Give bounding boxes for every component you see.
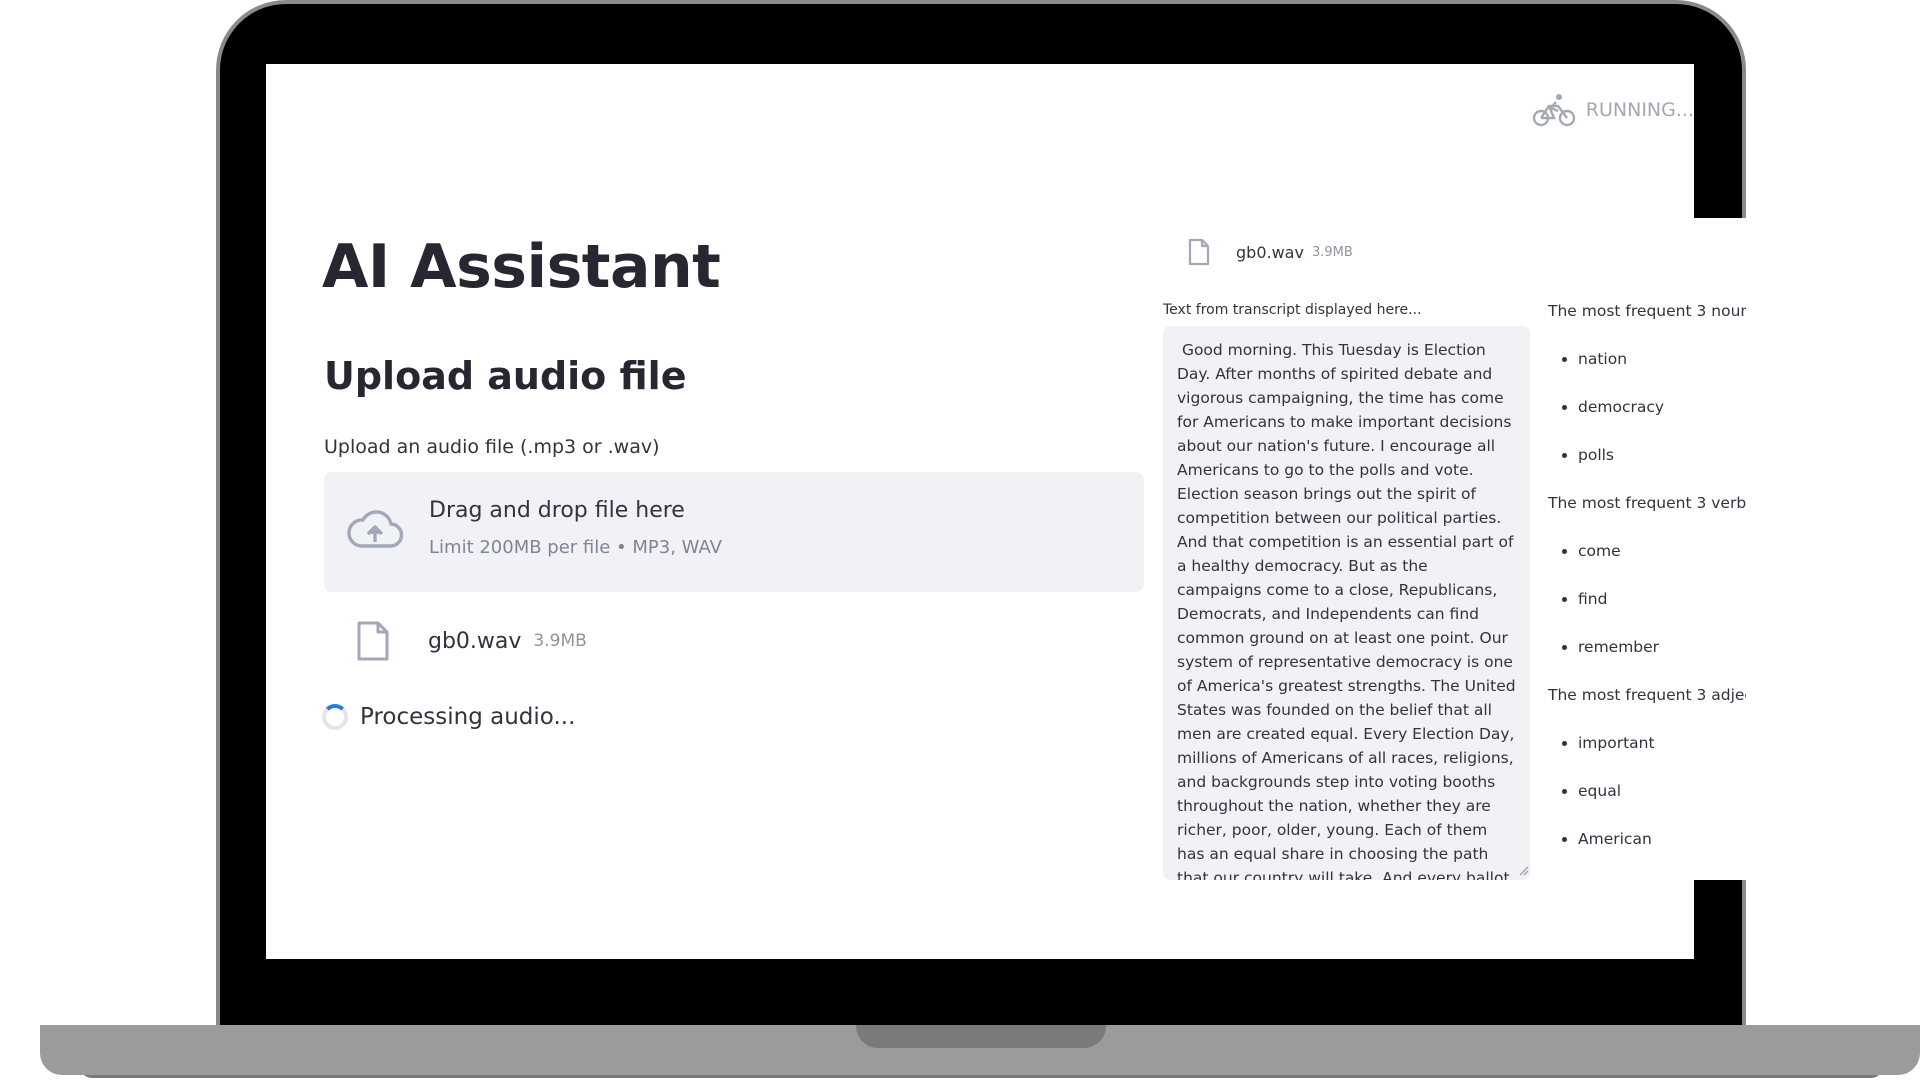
upload-label: Upload an audio file (.mp3 or .wav) [324, 436, 660, 458]
file-name: gb0.wav [428, 628, 522, 654]
results-panel: gb0.wav 3.9MB Text from transcript displ… [1146, 218, 1746, 880]
verbs-heading: The most frequent 3 verbs: [1548, 494, 1746, 512]
list-item: equal [1578, 780, 1746, 828]
list-item: nation [1578, 348, 1746, 396]
nouns-list: nation democracy polls [1548, 348, 1746, 492]
list-item: American [1578, 828, 1746, 876]
spinner-icon [322, 704, 348, 730]
list-item: polls [1578, 444, 1746, 492]
processing-text: Processing audio... [360, 704, 576, 730]
list-item: come [1578, 540, 1746, 588]
list-item: important [1578, 732, 1746, 780]
list-item: democracy [1578, 396, 1746, 444]
transcript-textarea[interactable]: Good morning. This Tuesday is Election D… [1163, 326, 1530, 880]
running-indicator: RUNNING... [1532, 92, 1694, 128]
processing-status: Processing audio... [322, 704, 575, 730]
file-icon [1188, 238, 1210, 266]
adjectives-list: important equal American [1548, 732, 1746, 876]
adjectives-heading: The most frequent 3 adjectives: [1548, 686, 1746, 704]
transcript-label: Text from transcript displayed here... [1163, 302, 1422, 318]
cloud-upload-icon [347, 510, 404, 548]
section-title: Upload audio file [324, 354, 687, 398]
list-item: remember [1578, 636, 1746, 684]
results-file: gb0.wav 3.9MB [1188, 238, 1353, 266]
dropzone-limit: Limit 200MB per file • MP3, WAV [429, 537, 722, 558]
results-file-size: 3.9MB [1311, 244, 1353, 260]
verbs-list: come find remember [1548, 540, 1746, 684]
nouns-heading: The most frequent 3 nouns: [1548, 302, 1746, 320]
results-file-name: gb0.wav [1236, 242, 1304, 262]
frequency-lists: The most frequent 3 nouns: nation democr… [1548, 300, 1746, 876]
cyclist-icon [1532, 94, 1575, 127]
file-icon [357, 621, 389, 661]
resize-grip-icon[interactable] [1517, 864, 1529, 876]
page-title: AI Assistant [322, 232, 721, 302]
file-dropzone[interactable]: Drag and drop file here Limit 200MB per … [324, 472, 1144, 592]
dropzone-title: Drag and drop file here [429, 498, 685, 523]
uploaded-file: gb0.wav 3.9MB [356, 620, 587, 662]
file-size: 3.9MB [533, 631, 587, 651]
running-label: RUNNING... [1585, 99, 1694, 121]
laptop-notch [856, 1025, 1106, 1048]
list-item: find [1578, 588, 1746, 636]
